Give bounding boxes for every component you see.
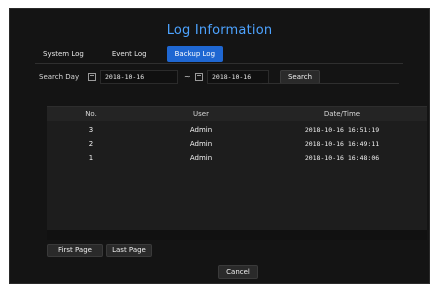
table-row[interactable]: 3 Admin 2018-10-16 16:51:19 (47, 123, 427, 137)
last-page-button[interactable]: Last Page (106, 244, 152, 257)
search-row: Search Day 2018-10-16 ~ 2018-10-16 Searc… (39, 70, 399, 84)
first-page-button[interactable]: First Page (47, 244, 103, 257)
cell-no: 2 (88, 140, 94, 148)
cell-date-time: 2018-10-16 16:51:19 (304, 126, 380, 134)
search-day-label: Search Day (39, 73, 80, 81)
cell-date-time: 2018-10-16 16:48:06 (304, 154, 380, 162)
search-button[interactable]: Search (280, 70, 320, 84)
cell-user: Admin (189, 154, 213, 162)
cell-date-time: 2018-10-16 16:49:11 (304, 140, 380, 148)
search-divider (262, 83, 399, 84)
calendar-icon[interactable] (195, 73, 203, 81)
from-date-field[interactable]: 2018-10-16 (100, 70, 178, 84)
table-row[interactable]: 1 Admin 2018-10-16 16:48:06 (47, 151, 427, 165)
cell-user: Admin (189, 140, 213, 148)
to-date-field[interactable]: 2018-10-16 (207, 70, 269, 84)
tab-system-log[interactable]: System Log (35, 46, 92, 62)
calendar-icon[interactable] (88, 73, 96, 81)
cell-user: Admin (189, 126, 213, 134)
header-no: No. (85, 110, 97, 118)
tabs-divider (35, 63, 403, 64)
table-footer (47, 230, 427, 240)
tab-backup-log[interactable]: Backup Log (166, 46, 224, 62)
table-header: No. User Date/Time (47, 107, 427, 121)
dialog-title: Log Information (166, 23, 273, 38)
header-date-time: Date/Time (323, 110, 361, 118)
header-user: User (193, 110, 209, 118)
table-row[interactable]: 2 Admin 2018-10-16 16:49:11 (47, 137, 427, 151)
log-tabs: System Log Event Log Backup Log (35, 46, 224, 62)
log-information-dialog: Log Information System Log Event Log Bac… (9, 8, 430, 284)
tab-event-log[interactable]: Event Log (104, 46, 155, 62)
cell-no: 3 (88, 126, 94, 134)
backup-log-table: No. User Date/Time 3 Admin 2018-10-16 16… (47, 106, 427, 232)
cancel-button[interactable]: Cancel (218, 265, 258, 279)
cell-no: 1 (88, 154, 94, 162)
date-range-separator: ~ (184, 72, 191, 81)
